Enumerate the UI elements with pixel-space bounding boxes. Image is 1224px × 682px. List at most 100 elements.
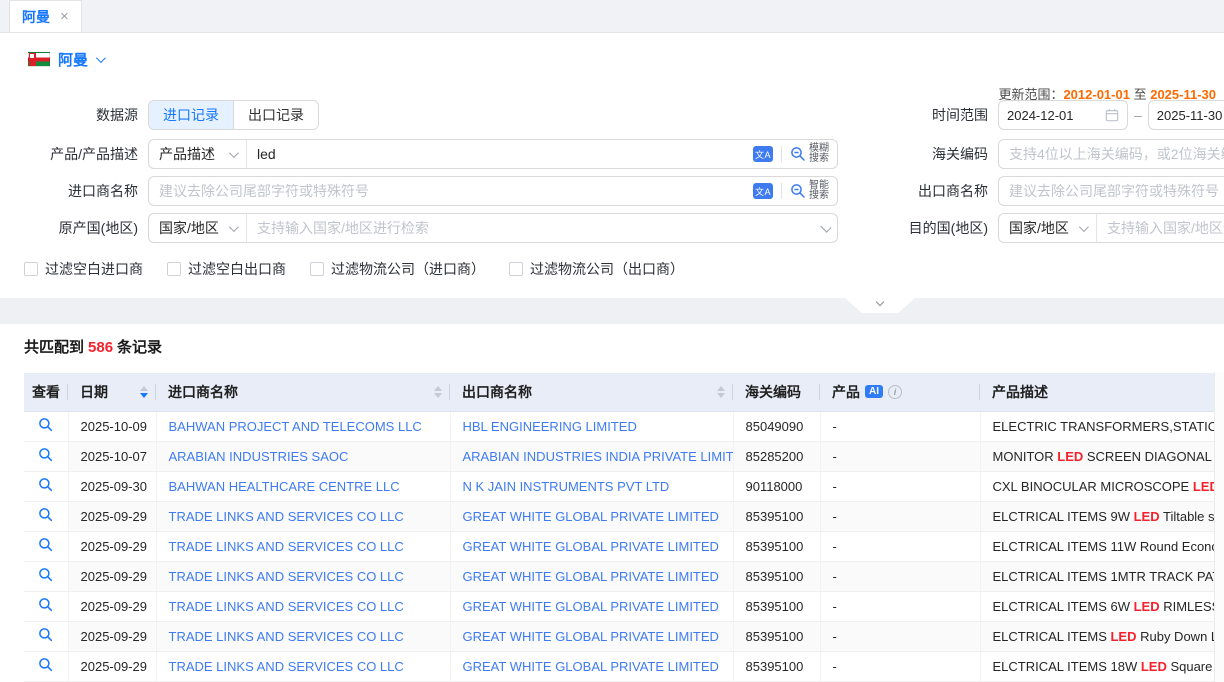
vertical-scrollbar[interactable] — [1214, 372, 1224, 682]
filter-blank-importer-checkbox[interactable]: 过滤空白进口商 — [24, 259, 143, 279]
view-details-button[interactable] — [38, 567, 53, 582]
chevron-down-icon[interactable] — [820, 221, 831, 232]
exporter-link[interactable]: GREAT WHITE GLOBAL PRIVATE LIMITED — [451, 599, 719, 614]
date-cell: 2025-09-29 — [68, 501, 156, 531]
importer-link[interactable]: TRADE LINKS AND SERVICES CO LLC — [157, 599, 404, 614]
collapse-panel-button[interactable] — [845, 298, 915, 313]
divider — [781, 146, 782, 162]
magnifier-icon — [38, 417, 53, 432]
ai-badge: AI — [865, 385, 883, 398]
table-body: 2025-10-09 BAHWAN PROJECT AND TELECOMS L… — [24, 411, 1214, 681]
importer-link[interactable]: ARABIAN INDUSTRIES SAOC — [157, 449, 349, 464]
destination-country-input[interactable] — [1097, 214, 1224, 242]
view-details-button[interactable] — [38, 627, 53, 642]
results-table: 查看 日期 进口商名称 — [24, 373, 1214, 682]
checkbox-icon — [310, 262, 324, 276]
importer-link[interactable]: TRADE LINKS AND SERVICES CO LLC — [157, 629, 404, 644]
data-source-label: 数据源 — [0, 105, 138, 125]
exporter-link[interactable]: ARABIAN INDUSTRIES INDIA PRIVATE LIMIT..… — [451, 449, 734, 464]
divider — [781, 183, 782, 199]
view-cell — [24, 411, 68, 441]
importer-name-input[interactable] — [149, 177, 753, 205]
date-to-value: 2025-11-30 — [1157, 108, 1223, 123]
origin-type-value: 国家/地区 — [159, 218, 219, 238]
importer-link[interactable]: BAHWAN PROJECT AND TELECOMS LLC — [157, 419, 422, 434]
filter-blank-exporter-checkbox[interactable]: 过滤空白出口商 — [167, 259, 286, 279]
product-cell: - — [820, 591, 980, 621]
view-details-button[interactable] — [38, 507, 53, 522]
chevron-down-icon[interactable] — [96, 53, 106, 63]
exporter-link[interactable]: GREAT WHITE GLOBAL PRIVATE LIMITED — [451, 509, 719, 524]
checkbox-label: 过滤物流公司（进口商） — [331, 259, 485, 279]
smart-search-button[interactable]: 智能 搜索 — [790, 181, 829, 201]
sort-exporter-control[interactable] — [717, 386, 725, 398]
tab-oman[interactable]: 阿曼 × — [9, 0, 82, 32]
product-search-input[interactable] — [247, 140, 753, 168]
filter-logistics-importer-checkbox[interactable]: 过滤物流公司（进口商） — [310, 259, 485, 279]
exporter-name-input[interactable] — [999, 177, 1224, 205]
product-type-select[interactable]: 产品描述 — [149, 140, 247, 168]
column-exporter: 出口商名称 — [450, 373, 733, 411]
origin-country-type-select[interactable]: 国家/地区 — [149, 214, 247, 242]
sort-importer-control[interactable] — [434, 386, 442, 398]
exporter-link[interactable]: GREAT WHITE GLOBAL PRIVATE LIMITED — [451, 539, 719, 554]
importer-link[interactable]: TRADE LINKS AND SERVICES CO LLC — [157, 569, 404, 584]
importer-cell: TRADE LINKS AND SERVICES CO LLC — [156, 501, 450, 531]
view-details-button[interactable] — [38, 597, 53, 612]
product-cell: - — [820, 411, 980, 441]
translate-icon[interactable]: 文A — [753, 183, 773, 199]
form-row-4: 原产国(地区) 国家/地区 目的国(地区) 国家/地区 — [0, 213, 1224, 243]
importer-link[interactable]: TRADE LINKS AND SERVICES CO LLC — [157, 539, 404, 554]
destination-type-select[interactable]: 国家/地区 — [999, 214, 1097, 242]
translate-icon[interactable]: 文A — [753, 146, 773, 162]
importer-link[interactable]: TRADE LINKS AND SERVICES CO LLC — [157, 509, 404, 524]
column-exporter-label: 出口商名称 — [462, 382, 532, 402]
view-details-button[interactable] — [38, 537, 53, 552]
date-cell: 2025-09-29 — [68, 621, 156, 651]
tab-export-records[interactable]: 出口记录 — [233, 101, 318, 129]
form-row-2: 产品/产品描述 产品描述 文A 模糊 搜索 海关编码 — [0, 139, 1224, 169]
view-cell — [24, 621, 68, 651]
sort-up-icon — [434, 386, 442, 391]
date-to-input[interactable]: 2025-11-30 — [1148, 100, 1224, 130]
importer-link[interactable]: TRADE LINKS AND SERVICES CO LLC — [157, 659, 404, 674]
filter-logistics-exporter-checkbox[interactable]: 过滤物流公司（出口商） — [509, 259, 684, 279]
led-highlight: LED — [1141, 659, 1167, 674]
close-icon[interactable]: × — [60, 8, 69, 25]
view-cell — [24, 651, 68, 681]
view-cell — [24, 561, 68, 591]
description-cell: ELECTRIC TRANSFORMERS,STATIC C... — [980, 411, 1214, 441]
exporter-link[interactable]: GREAT WHITE GLOBAL PRIVATE LIMITED — [451, 659, 719, 674]
filter-checkbox-row: 过滤空白进口商 过滤空白出口商 过滤物流公司（进口商） 过滤物流公司（出口商） — [24, 258, 684, 280]
view-details-button[interactable] — [38, 477, 53, 492]
origin-country-input[interactable] — [247, 214, 820, 242]
tab-import-records[interactable]: 进口记录 — [149, 101, 233, 129]
table-row: 2025-09-29 TRADE LINKS AND SERVICES CO L… — [24, 501, 1214, 531]
checkbox-icon — [509, 262, 523, 276]
fuzzy-search-button[interactable]: 模糊 搜索 — [790, 144, 829, 164]
sort-down-icon — [434, 393, 442, 398]
results-summary: 共匹配到586条记录 — [0, 324, 1224, 357]
importer-link[interactable]: BAHWAN HEALTHCARE CENTRE LLC — [157, 479, 400, 494]
exporter-link[interactable]: GREAT WHITE GLOBAL PRIVATE LIMITED — [451, 569, 719, 584]
view-details-button[interactable] — [38, 447, 53, 462]
date-range-separator: – — [1128, 107, 1148, 123]
importer-cell: TRADE LINKS AND SERVICES CO LLC — [156, 561, 450, 591]
view-details-button[interactable] — [38, 657, 53, 672]
country-selector[interactable]: 阿曼 — [58, 49, 88, 70]
date-from-input[interactable]: 2024-12-01 — [998, 100, 1128, 130]
chevron-down-icon — [1079, 222, 1089, 232]
importer-name-label: 进口商名称 — [0, 181, 138, 201]
description-cell: ELCTRICAL ITEMS LED Ruby Down Li... — [980, 621, 1214, 651]
table-header-row: 查看 日期 进口商名称 — [24, 373, 1214, 411]
info-icon[interactable]: i — [888, 385, 902, 399]
destination-type-value: 国家/地区 — [1009, 218, 1069, 238]
exporter-link[interactable]: HBL ENGINEERING LIMITED — [451, 419, 637, 434]
exporter-link[interactable]: GREAT WHITE GLOBAL PRIVATE LIMITED — [451, 629, 719, 644]
sort-date-control[interactable] — [140, 386, 148, 398]
date-cell: 2025-09-30 — [68, 471, 156, 501]
view-details-button[interactable] — [38, 417, 53, 432]
hs-code-input[interactable] — [999, 140, 1224, 168]
search-icon — [790, 146, 806, 162]
exporter-link[interactable]: N K JAIN INSTRUMENTS PVT LTD — [451, 479, 670, 494]
